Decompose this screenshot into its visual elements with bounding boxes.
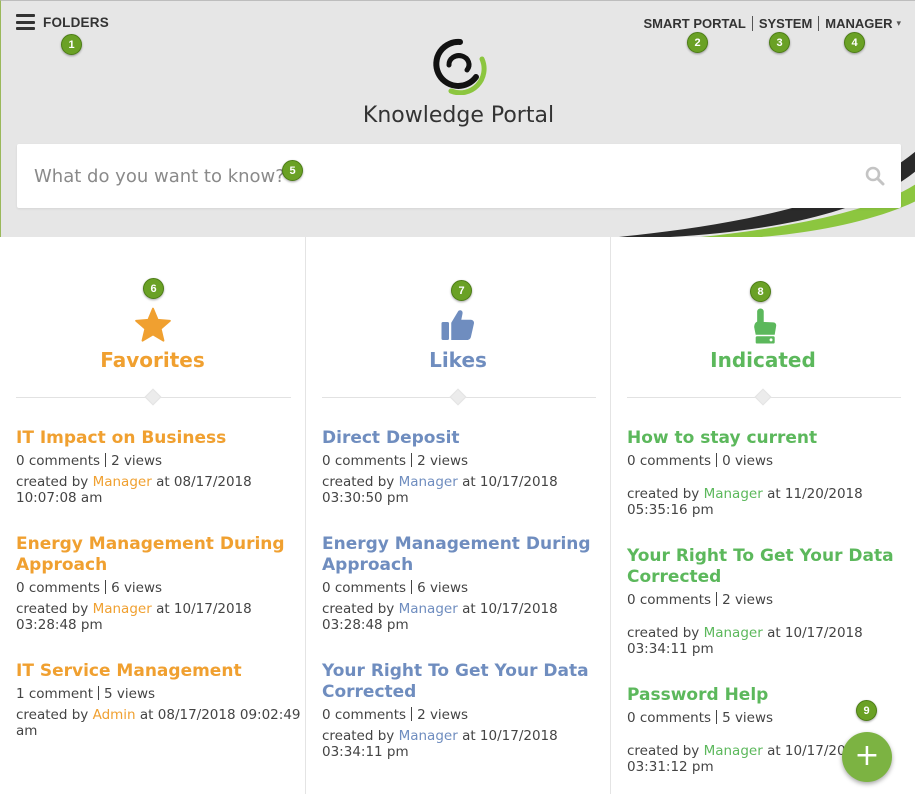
list-item: Energy Management During Approach 0 comme… — [322, 534, 607, 633]
list-item: Your Right To Get Your Data Corrected 0 c… — [322, 661, 607, 760]
top-navigation: SMART PORTAL SYSTEM MANAGER ▾ — [644, 16, 901, 31]
comment-count: 0 comments — [16, 580, 101, 596]
nav-manager-label: MANAGER — [825, 16, 893, 31]
comment-count: 0 comments — [627, 592, 712, 608]
view-count: 2 views — [417, 707, 469, 723]
comment-count: 0 comments — [16, 453, 101, 469]
view-count: 5 views — [722, 710, 774, 726]
comment-count: 0 comments — [627, 710, 712, 726]
view-count: 2 views — [417, 453, 469, 469]
article-title-link[interactable]: IT Impact on Business — [16, 428, 301, 449]
author-link[interactable]: Manager — [399, 601, 458, 617]
article-created-info: created by Manager at 10/17/2018 03:28:48… — [16, 601, 252, 633]
pointing-hand-icon — [754, 308, 777, 344]
comment-count: 0 comments — [322, 580, 407, 596]
author-link[interactable]: Admin — [93, 707, 136, 723]
annotation-badge: 3 — [769, 32, 790, 53]
article-stats: 0 comments 2 views — [16, 453, 301, 470]
nav-manager-dropdown[interactable]: MANAGER ▾ — [825, 16, 901, 31]
author-link[interactable]: Manager — [93, 601, 152, 617]
comment-count: 1 comment — [16, 686, 94, 702]
annotation-badge: 7 — [451, 280, 472, 301]
article-stats: 0 comments 0 views — [627, 453, 912, 470]
article-created-info: created by Manager at 08/17/2018 10:07:08… — [16, 474, 252, 506]
article-stats: 0 comments 2 views — [322, 453, 607, 470]
list-item: IT Service Management 1 comment 5 views c… — [16, 661, 301, 739]
favorites-column: Favorites IT Impact on Business 0 commen… — [0, 237, 305, 794]
list-item: Direct Deposit 0 comments 2 views created… — [322, 428, 607, 506]
article-created-info: created by Manager at 10/17/2018 03:28:48… — [322, 601, 558, 633]
article-created-info: created by Manager at 10/17/2018 03:30:50… — [322, 474, 558, 506]
comment-count: 0 comments — [322, 707, 407, 723]
article-created-info: created by Admin at 08/17/2018 09:02:49 a… — [16, 707, 301, 739]
author-link[interactable]: Manager — [399, 728, 458, 744]
search-icon[interactable] — [865, 166, 885, 186]
list-item: Energy Management During Approach 0 comme… — [16, 534, 301, 633]
comment-count: 0 comments — [322, 453, 407, 469]
annotation-badge: 1 — [61, 34, 82, 55]
article-title-link[interactable]: How to stay current — [627, 428, 912, 449]
annotation-badge: 2 — [687, 32, 708, 53]
author-link[interactable]: Manager — [704, 486, 763, 502]
view-count: 2 views — [111, 453, 163, 469]
article-stats: 0 comments 6 views — [322, 580, 607, 597]
add-article-button[interactable]: + — [842, 732, 892, 782]
search-bar — [17, 144, 901, 208]
view-count: 6 views — [111, 580, 163, 596]
list-item: IT Impact on Business 0 comments 2 views … — [16, 428, 301, 506]
view-count: 5 views — [104, 686, 156, 702]
article-title-link[interactable]: Direct Deposit — [322, 428, 607, 449]
article-title-link[interactable]: Energy Management During Approach — [16, 534, 301, 576]
hamburger-menu-icon — [16, 14, 35, 30]
likes-icon-wrap — [306, 307, 610, 343]
portal-logo-icon — [433, 38, 487, 95]
favorites-icon-wrap — [0, 307, 305, 343]
annotation-badge: 5 — [282, 160, 303, 181]
author-link[interactable]: Manager — [704, 625, 763, 641]
article-created-info: created by Manager at 10/17/2018 03:34:11… — [322, 728, 558, 760]
annotation-badge: 8 — [750, 281, 771, 302]
view-count: 0 views — [722, 453, 774, 469]
likes-title: Likes — [429, 348, 487, 372]
comment-count: 0 comments — [627, 453, 712, 469]
view-count: 6 views — [417, 580, 469, 596]
folders-menu-button[interactable]: FOLDERS — [16, 14, 109, 30]
view-count: 2 views — [722, 592, 774, 608]
nav-separator — [818, 16, 820, 31]
author-link[interactable]: Manager — [704, 743, 763, 759]
annotation-badge: 6 — [143, 278, 164, 299]
nav-separator — [751, 16, 753, 31]
list-item: Your Right To Get Your Data Corrected 0 c… — [627, 546, 912, 657]
divider-diamond — [144, 388, 161, 406]
author-link[interactable]: Manager — [399, 474, 458, 490]
indicated-icon-wrap — [611, 307, 915, 345]
article-created-info: created by Manager at 11/20/2018 05:35:16… — [627, 486, 863, 518]
page-title: Knowledge Portal — [362, 103, 555, 128]
search-input[interactable] — [17, 144, 837, 208]
article-title-link[interactable]: IT Service Management — [16, 661, 301, 682]
chevron-down-icon: ▾ — [896, 18, 901, 28]
divider-diamond — [754, 388, 772, 406]
divider-diamond — [449, 388, 467, 406]
indicated-title: Indicated — [710, 348, 816, 372]
article-stats: 0 comments 6 views — [16, 580, 301, 597]
article-stats: 0 comments 2 views — [627, 592, 912, 609]
folders-label: FOLDERS — [43, 14, 109, 30]
article-title-link[interactable]: Energy Management During Approach — [322, 534, 607, 576]
favorites-title: Favorites — [100, 348, 205, 372]
article-stats: 0 comments 2 views — [322, 707, 607, 724]
article-title-link[interactable]: Your Right To Get Your Data Corrected — [322, 661, 607, 703]
thumbs-up-icon — [441, 310, 475, 340]
nav-system[interactable]: SYSTEM — [759, 16, 812, 31]
author-link[interactable]: Manager — [93, 474, 152, 490]
article-created-info: created by Manager at 10/17/2018 03:34:11… — [627, 625, 863, 657]
list-item: How to stay current 0 comments 0 views cr… — [627, 428, 912, 518]
likes-column: Likes Direct Deposit 0 comments 2 views c… — [305, 237, 610, 794]
annotation-badge: 9 — [856, 700, 877, 721]
nav-smart-portal[interactable]: SMART PORTAL — [644, 16, 746, 31]
article-stats: 1 comment 5 views — [16, 686, 301, 703]
annotation-badge: 4 — [844, 32, 865, 53]
star-icon — [134, 307, 171, 342]
article-title-link[interactable]: Your Right To Get Your Data Corrected — [627, 546, 912, 588]
